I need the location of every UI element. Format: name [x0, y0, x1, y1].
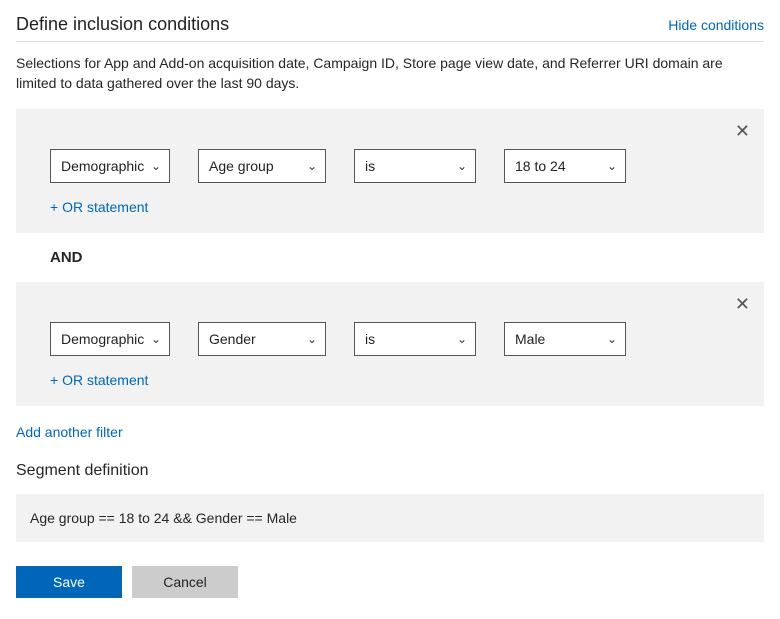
chevron-down-icon: ⌄: [151, 332, 161, 346]
or-statement-link[interactable]: + OR statement: [50, 372, 148, 388]
operator-select[interactable]: is ⌄: [354, 149, 476, 183]
condition-block-1: ✕ Demographic ⌄ Age group ⌄ is ⌄ 18 to 2…: [16, 109, 764, 233]
condition-row: Demographic ⌄ Age group ⌄ is ⌄ 18 to 24 …: [50, 149, 730, 183]
or-statement-link[interactable]: + OR statement: [50, 199, 148, 215]
chevron-down-icon: ⌄: [607, 159, 617, 173]
and-operator: AND: [16, 233, 764, 282]
attribute-value: Age group: [209, 158, 274, 174]
value-select[interactable]: Male ⌄: [504, 322, 626, 356]
chevron-down-icon: ⌄: [607, 332, 617, 346]
operator-value: is: [365, 331, 375, 347]
condition-row: Demographic ⌄ Gender ⌄ is ⌄ Male ⌄: [50, 322, 730, 356]
category-select[interactable]: Demographic ⌄: [50, 149, 170, 183]
category-select[interactable]: Demographic ⌄: [50, 322, 170, 356]
chevron-down-icon: ⌄: [457, 332, 467, 346]
value-select[interactable]: 18 to 24 ⌄: [504, 149, 626, 183]
attribute-select[interactable]: Age group ⌄: [198, 149, 326, 183]
chevron-down-icon: ⌄: [457, 159, 467, 173]
chevron-down-icon: ⌄: [307, 332, 317, 346]
add-another-filter-link[interactable]: Add another filter: [16, 424, 123, 440]
category-value: Demographic: [61, 158, 144, 174]
segment-definition-box: Age group == 18 to 24 && Gender == Male: [16, 494, 764, 542]
attribute-select[interactable]: Gender ⌄: [198, 322, 326, 356]
close-icon[interactable]: ✕: [735, 294, 750, 315]
header: Define inclusion conditions Hide conditi…: [16, 14, 764, 42]
chevron-down-icon: ⌄: [307, 159, 317, 173]
hide-conditions-link[interactable]: Hide conditions: [668, 17, 764, 33]
operator-value: is: [365, 158, 375, 174]
chevron-down-icon: ⌄: [151, 159, 161, 173]
close-icon[interactable]: ✕: [735, 121, 750, 142]
page-title: Define inclusion conditions: [16, 14, 229, 35]
condition-block-2: ✕ Demographic ⌄ Gender ⌄ is ⌄ Male ⌄ + O…: [16, 282, 764, 406]
attribute-value: Gender: [209, 331, 256, 347]
value-value: Male: [515, 331, 545, 347]
operator-select[interactable]: is ⌄: [354, 322, 476, 356]
description-text: Selections for App and Add-on acquisitio…: [16, 54, 764, 93]
button-row: Save Cancel: [16, 566, 764, 598]
value-value: 18 to 24: [515, 158, 566, 174]
cancel-button[interactable]: Cancel: [132, 566, 238, 598]
category-value: Demographic: [61, 331, 144, 347]
segment-definition-title: Segment definition: [16, 462, 764, 480]
segment-expression: Age group == 18 to 24 && Gender == Male: [30, 510, 297, 526]
save-button[interactable]: Save: [16, 566, 122, 598]
